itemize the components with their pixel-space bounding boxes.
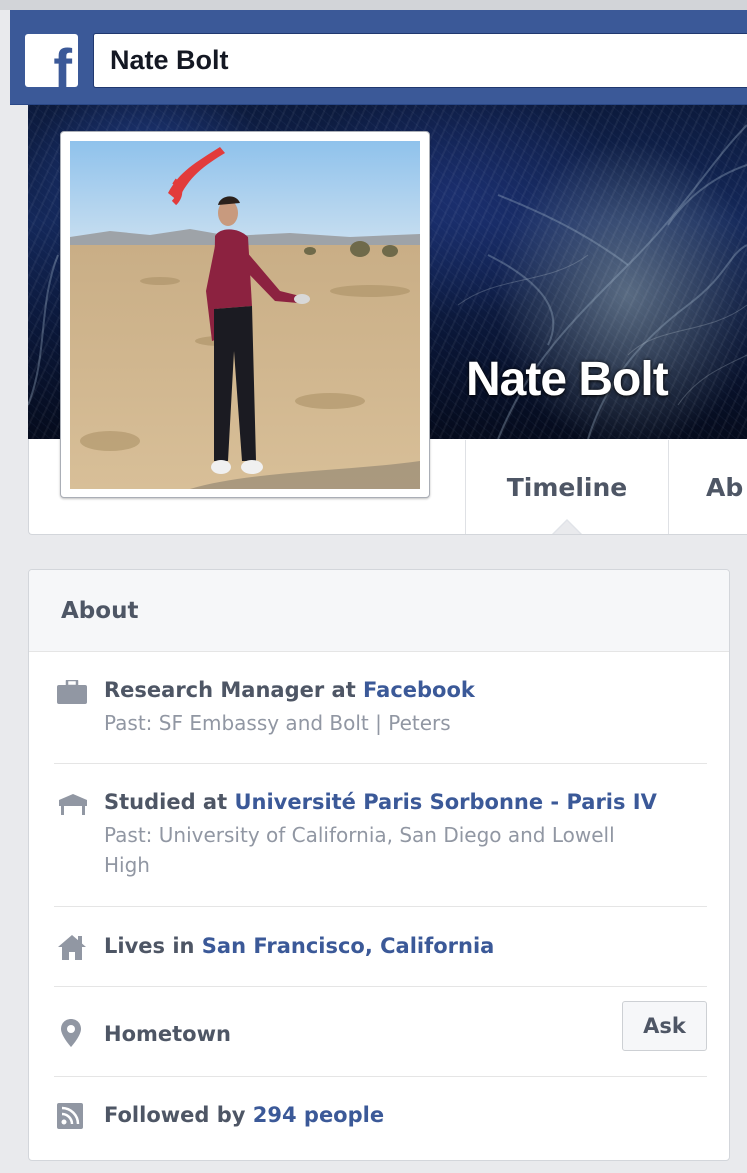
work-title: Research Manager at xyxy=(104,678,364,702)
lives-city-link[interactable]: San Francisco, California xyxy=(202,934,495,958)
about-card-header[interactable]: About xyxy=(29,570,729,652)
work-past-text: Past: SF Embassy and Bolt | Peters xyxy=(104,711,451,735)
window-top-strip xyxy=(0,0,747,10)
work-text: Research Manager at Facebook xyxy=(104,675,707,705)
tab-about-label: Ab xyxy=(706,472,744,502)
followers-count-link[interactable]: 294 people xyxy=(253,1103,384,1127)
followers-prefix: Followed by xyxy=(104,1103,253,1127)
followers-text: Followed by 294 people xyxy=(104,1100,707,1130)
lives-text: Lives in San Francisco, California xyxy=(104,931,707,961)
about-title: About xyxy=(61,597,139,624)
search-input[interactable]: Nate Bolt xyxy=(93,33,747,88)
search-input-value: Nate Bolt xyxy=(110,45,229,75)
about-row-work: Research Manager at Facebook Past: SF Em… xyxy=(54,666,707,764)
education-prefix: Studied at xyxy=(104,790,235,814)
education-school-link[interactable]: Université Paris Sorbonne - Paris IV xyxy=(234,790,656,814)
lives-prefix: Lives in xyxy=(104,934,202,958)
ask-button-label: Ask xyxy=(643,1014,686,1038)
ask-hometown-button[interactable]: Ask xyxy=(622,1001,707,1051)
work-employer-link[interactable]: Facebook xyxy=(363,678,475,702)
education-past-line-2: High xyxy=(104,853,150,877)
rss-follow-icon xyxy=(57,1103,83,1134)
about-row-lives: Lives in San Francisco, California xyxy=(54,907,707,987)
hometown-label: Hometown xyxy=(104,1022,231,1046)
about-row-followers: Followed by 294 people xyxy=(54,1077,707,1157)
about-row-hometown: Hometown Ask xyxy=(54,987,707,1077)
tab-timeline-label: Timeline xyxy=(506,472,628,502)
profile-picture-frame[interactable] xyxy=(60,131,430,498)
about-card: About Research Manager at Facebook Past:… xyxy=(28,569,730,1161)
profile-name[interactable]: Nate Bolt xyxy=(466,352,669,407)
top-navigation-bar: f Nate Bolt xyxy=(10,10,747,105)
briefcase-icon xyxy=(57,678,87,709)
education-past-line-1: Past: University of California, San Dieg… xyxy=(104,823,615,847)
profile-picture[interactable] xyxy=(70,141,420,489)
selected-tab-caret-fill xyxy=(554,521,580,534)
education-text: Studied at Université Paris Sorbonne - P… xyxy=(104,787,707,817)
school-icon xyxy=(57,792,89,821)
facebook-logo-icon[interactable]: f xyxy=(25,34,78,87)
location-pin-icon xyxy=(60,1018,82,1053)
home-icon xyxy=(57,933,87,966)
profile-photo-scene xyxy=(70,141,420,489)
logo-letter: f xyxy=(53,37,72,88)
tab-about[interactable]: Ab xyxy=(669,440,747,534)
about-row-education: Studied at Université Paris Sorbonne - P… xyxy=(54,764,707,907)
